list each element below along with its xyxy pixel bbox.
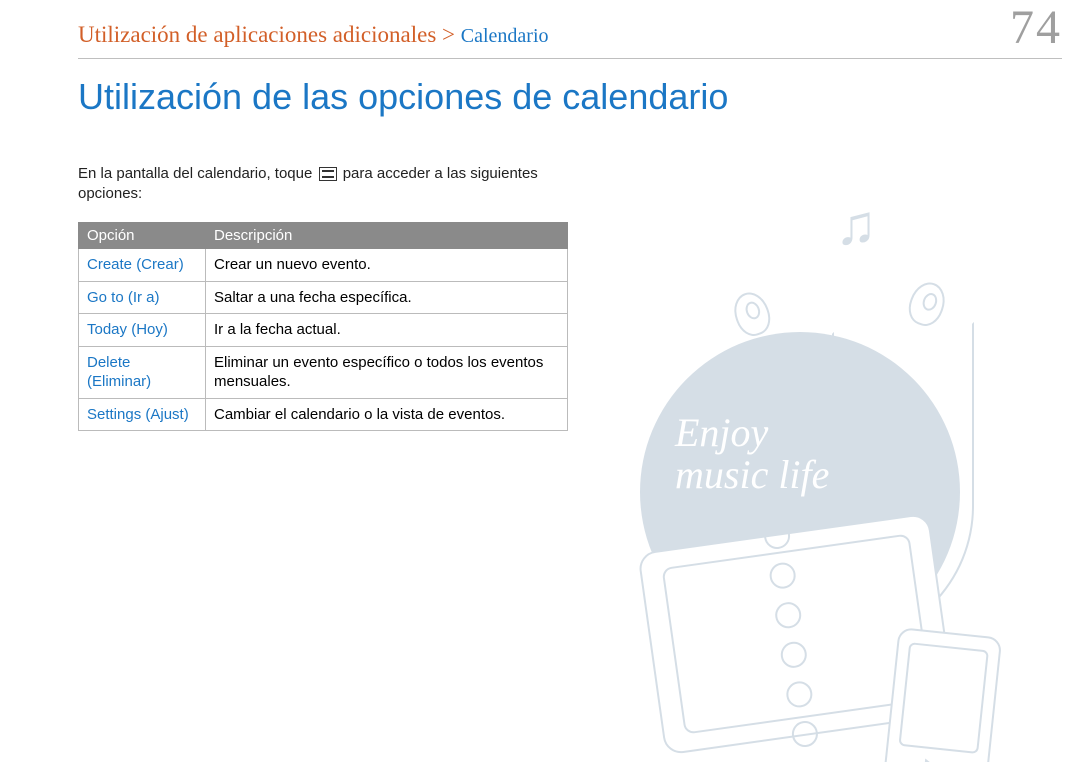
description-cell: Crear un nuevo evento. xyxy=(206,249,568,282)
planner-rings xyxy=(762,521,819,748)
menu-icon xyxy=(319,167,337,181)
header-option: Opción xyxy=(79,223,206,249)
planner-icon xyxy=(637,513,957,756)
earbud-right-icon xyxy=(904,278,951,331)
table-row: Create (Crear) Crear un nuevo evento. xyxy=(79,249,568,282)
header-description: Descripción xyxy=(206,223,568,249)
header-divider xyxy=(78,58,1062,59)
intro-text: En la pantalla del calendario, toque par… xyxy=(78,164,598,205)
option-cell: Create (Crear) xyxy=(79,249,206,282)
table-row: Go to (Ir a) Saltar a una fecha específi… xyxy=(79,281,568,314)
table-header-row: Opción Descripción xyxy=(79,223,568,249)
wire-right xyxy=(820,322,974,646)
decorative-illustration: ♫ Enjoy music life xyxy=(560,122,1080,762)
option-cell: Go to (Ir a) xyxy=(79,281,206,314)
description-cell: Ir a la fecha actual. xyxy=(206,314,568,347)
table-row: Settings (Ajust) Cambiar el calendario o… xyxy=(79,398,568,431)
option-cell: Settings (Ajust) xyxy=(79,398,206,431)
tagline: Enjoy music life xyxy=(675,412,829,496)
media-player-icon xyxy=(882,627,1003,762)
intro-before: En la pantalla del calendario, toque xyxy=(78,165,317,182)
breadcrumb: Utilización de aplicaciones adicionales … xyxy=(78,22,549,48)
table-row: Delete (Eliminar) Eliminar un evento esp… xyxy=(79,346,568,398)
music-note-icon: ♫ xyxy=(835,192,877,257)
wire-left xyxy=(740,332,834,596)
page-number: 74 xyxy=(1010,0,1062,55)
tagline-line1: Enjoy xyxy=(675,410,768,455)
option-cell: Delete (Eliminar) xyxy=(79,346,206,398)
breadcrumb-separator: > xyxy=(442,22,455,47)
description-cell: Eliminar un evento específico o todos lo… xyxy=(206,346,568,398)
description-cell: Saltar a una fecha específica. xyxy=(206,281,568,314)
earbud-left-icon xyxy=(729,288,776,341)
breadcrumb-page: Calendario xyxy=(461,25,549,47)
breadcrumb-section: Utilización de aplicaciones adicionales xyxy=(78,22,436,47)
description-cell: Cambiar el calendario o la vista de even… xyxy=(206,398,568,431)
page-title: Utilización de las opciones de calendari… xyxy=(78,76,728,117)
play-icon xyxy=(923,758,941,762)
options-table: Opción Descripción Create (Crear) Crear … xyxy=(78,222,568,431)
tagline-line2: music life xyxy=(675,452,829,497)
background-circle xyxy=(640,332,960,652)
option-cell: Today (Hoy) xyxy=(79,314,206,347)
table-row: Today (Hoy) Ir a la fecha actual. xyxy=(79,314,568,347)
